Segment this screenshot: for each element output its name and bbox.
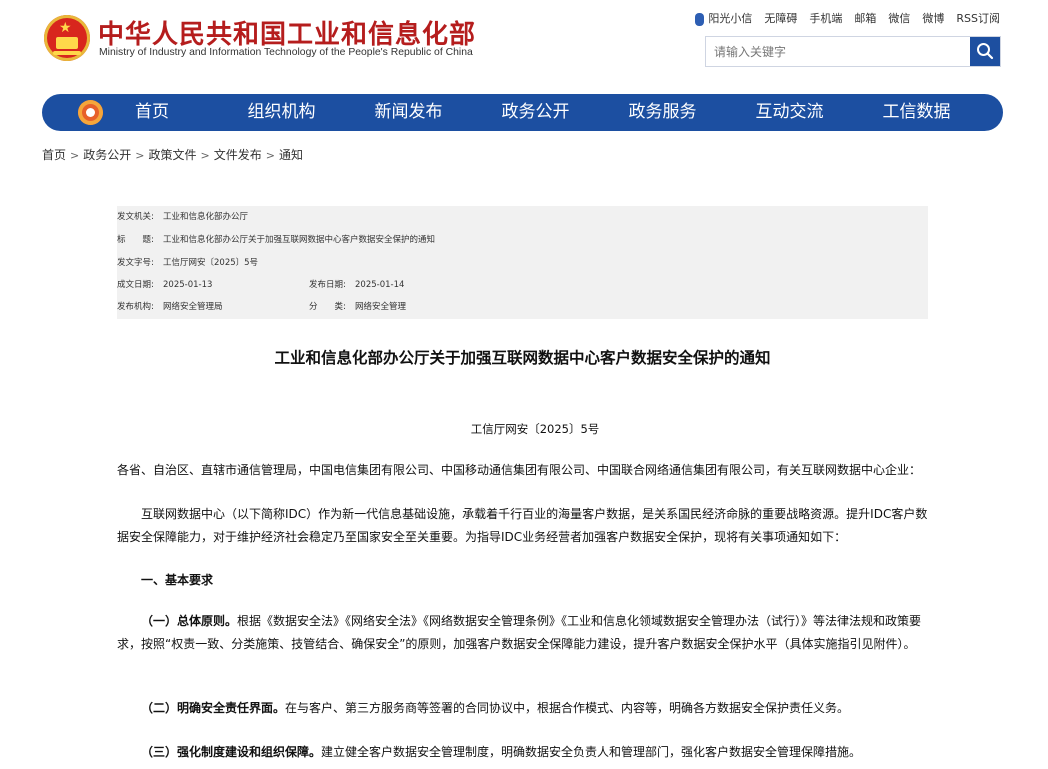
- nav-item-government-services[interactable]: 政务服务: [599, 94, 726, 131]
- search-box: [705, 36, 1001, 67]
- toplink-weibo[interactable]: 微博: [922, 10, 944, 26]
- nav-item-data[interactable]: 工信数据: [853, 94, 980, 131]
- meta-row-dates: 成文日期: 2025-01-13 发布日期: 2025-01-14: [117, 280, 405, 290]
- toplink-mail[interactable]: 邮箱: [854, 10, 876, 26]
- nav-item-government-affairs[interactable]: 政务公开: [472, 94, 599, 131]
- item-heading: （一）总体原则。: [141, 614, 238, 628]
- breadcrumb-release[interactable]: 文件发布: [214, 148, 262, 162]
- breadcrumb-policy[interactable]: 政策文件: [148, 148, 196, 162]
- item-body: 在与客户、第三方服务商等签署的合同协议中，根据合作模式、内容等，明确各方数据安全…: [285, 701, 850, 715]
- breadcrumb-gov-affairs[interactable]: 政务公开: [83, 148, 131, 162]
- breadcrumb-home[interactable]: 首页: [42, 148, 66, 162]
- toplink-sunshine[interactable]: 阳光小信: [695, 10, 752, 26]
- meta-row-title: 标 题: 工业和信息化部办公厅关于加强互联网数据中心客户数据安全保护的通知: [117, 235, 436, 245]
- toplink-rss[interactable]: RSS订阅: [956, 10, 1000, 26]
- main-nav: 首页 组织机构 新闻发布 政务公开 政务服务 互动交流 工信数据: [42, 94, 1003, 131]
- section-heading: 一、基本要求: [141, 573, 214, 587]
- site-title-cn[interactable]: 中华人民共和国工业和信息化部: [98, 14, 476, 51]
- search-icon: [977, 43, 994, 60]
- meta-row-org: 发布机构: 网络安全管理局 分 类: 网络安全管理: [117, 302, 407, 312]
- toplink-wechat[interactable]: 微信: [888, 10, 910, 26]
- item-body: 根据《数据安全法》《网络安全法》《网络数据安全管理条例》《工业和信息化领域数据安…: [117, 614, 922, 651]
- breadcrumb: 首页 > 政务公开 > 政策文件 > 文件发布 > 通知: [42, 146, 303, 163]
- search-input[interactable]: [706, 37, 968, 66]
- miit-logo-icon: [78, 100, 103, 125]
- top-links: 阳光小信 无障碍 手机端 邮箱 微信 微博 RSS订阅: [695, 10, 1000, 26]
- document-recipients: 各省、自治区、直辖市通信管理局，中国电信集团有限公司、中国移动通信集团有限公司、…: [117, 463, 922, 477]
- meta-row-docno: 发文字号: 工信厅网安〔2025〕5号: [117, 258, 259, 268]
- paragraph-item-1: （一）总体原则。根据《数据安全法》《网络安全法》《网络数据安全管理条例》《工业和…: [117, 610, 928, 656]
- document-title: 工业和信息化部办公厅关于加强互联网数据中心客户数据安全保护的通知: [274, 349, 771, 367]
- chevron-right-icon: >: [265, 149, 275, 162]
- item-heading: （三）强化制度建设和组织保障。: [141, 745, 322, 759]
- site-title-en: Ministry of Industry and Information Tec…: [99, 47, 473, 58]
- document-intro: 互联网数据中心（以下简称IDC）作为新一代信息基础设施，承载着千行百业的海量客户…: [117, 507, 928, 544]
- chevron-right-icon: >: [135, 149, 145, 162]
- paragraph-item-3: （三）强化制度建设和组织保障。建立健全客户数据安全管理制度，明确数据安全负责人和…: [117, 741, 928, 764]
- nav-item-news[interactable]: 新闻发布: [345, 94, 472, 131]
- breadcrumb-notice[interactable]: 通知: [279, 148, 303, 162]
- document-meta-table: 发文机关: 工业和信息化部办公厅 标 题: 工业和信息化部办公厅关于加强互联网数据中…: [117, 206, 928, 319]
- meta-row-issuer: 发文机关: 工业和信息化部办公厅: [117, 212, 249, 222]
- nav-item-home[interactable]: 首页: [132, 94, 172, 131]
- site-header: ★ 中华人民共和国工业和信息化部 Ministry of Industry an…: [0, 0, 1048, 90]
- search-button[interactable]: [970, 37, 1000, 66]
- toplink-accessibility[interactable]: 无障碍: [764, 10, 797, 26]
- document-number: 工信厅网安〔2025〕5号: [470, 422, 600, 436]
- item-body: 建立健全客户数据安全管理制度，明确数据安全负责人和管理部门，强化客户数据安全管理…: [321, 745, 862, 759]
- nav-item-interaction[interactable]: 互动交流: [726, 94, 853, 131]
- nav-item-organization[interactable]: 组织机构: [218, 94, 345, 131]
- national-emblem-icon: ★: [44, 15, 90, 61]
- item-heading: （二）明确安全责任界面。: [141, 701, 286, 715]
- sunshine-icon: [695, 12, 705, 26]
- chevron-right-icon: >: [200, 149, 210, 162]
- paragraph-item-2: （二）明确安全责任界面。在与客户、第三方服务商等签署的合同协议中，根据合作模式、…: [117, 697, 928, 720]
- chevron-right-icon: >: [70, 149, 80, 162]
- toplink-mobile[interactable]: 手机端: [809, 10, 842, 26]
